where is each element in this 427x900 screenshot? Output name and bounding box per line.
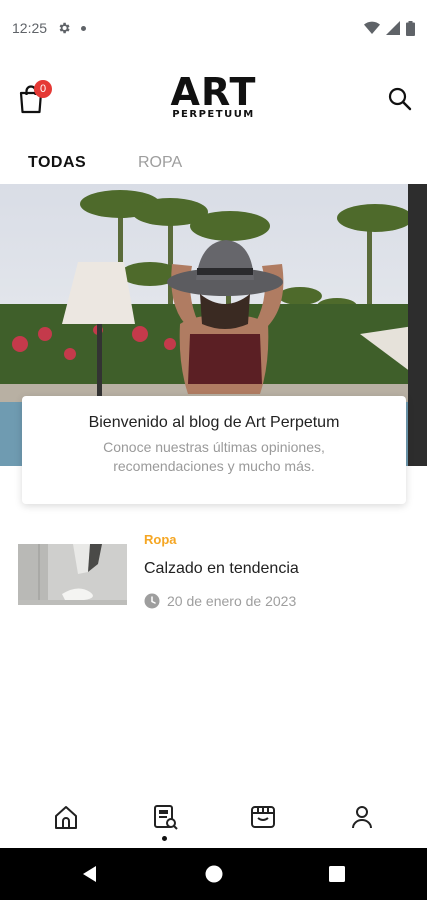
home-system-button[interactable] xyxy=(204,864,224,884)
search-button[interactable] xyxy=(387,86,413,112)
profile-icon xyxy=(352,806,372,829)
nav-blog[interactable] xyxy=(151,803,179,831)
article-category: Ropa xyxy=(144,532,177,547)
logo-sub-text: PERPETUUM xyxy=(172,109,255,120)
home-circle-icon xyxy=(205,865,223,883)
status-bar: 12:25 xyxy=(0,0,427,56)
gear-icon xyxy=(59,22,70,34)
recents-icon xyxy=(329,866,345,882)
search-icon xyxy=(388,87,412,111)
system-navigation-bar xyxy=(0,848,427,900)
logo-main-text: ART xyxy=(170,70,257,114)
article-date-text: 20 de enero de 2023 xyxy=(167,593,297,609)
welcome-subtitle: Conoce nuestras últimas opiniones, recom… xyxy=(103,439,325,474)
nav-profile[interactable] xyxy=(348,803,376,831)
active-nav-indicator xyxy=(162,836,167,841)
nav-home[interactable] xyxy=(52,803,80,831)
cart-button[interactable]: 0 xyxy=(18,80,52,114)
article-title[interactable]: Calzado en tendencia xyxy=(144,560,299,578)
article-card[interactable]: Ropa Calzado en tendencia 20 de enero de… xyxy=(18,528,410,618)
wifi-icon xyxy=(364,21,380,34)
status-time: 12:25 xyxy=(12,20,48,36)
recents-button[interactable] xyxy=(327,864,347,884)
tab-todas[interactable]: TODAS xyxy=(28,147,86,179)
cart-count-badge: 0 xyxy=(34,80,52,98)
article-date: 20 de enero de 2023 xyxy=(144,593,296,609)
app-header: 0 ART PERPETUUM xyxy=(0,64,427,136)
tab-ropa[interactable]: ROPA xyxy=(138,147,182,179)
welcome-card: Bienvenido al blog de Art Perpetum Conoc… xyxy=(22,396,406,504)
blog-icon xyxy=(154,805,178,830)
category-tabs: TODAS ROPA xyxy=(0,140,427,180)
signal-icon xyxy=(386,21,400,35)
back-button[interactable] xyxy=(80,864,100,884)
nav-store[interactable] xyxy=(249,803,277,831)
home-icon xyxy=(55,806,77,829)
welcome-title: Bienvenido al blog de Art Perpetum xyxy=(88,414,340,431)
battery-icon xyxy=(406,20,415,36)
bottom-navigation xyxy=(0,792,427,848)
back-icon xyxy=(83,866,96,882)
clock-icon xyxy=(144,593,160,609)
article-thumbnail[interactable] xyxy=(18,544,127,605)
notification-dot-icon xyxy=(81,25,87,31)
brand-logo: ART PERPETUUM xyxy=(170,70,257,120)
store-icon xyxy=(251,806,275,828)
